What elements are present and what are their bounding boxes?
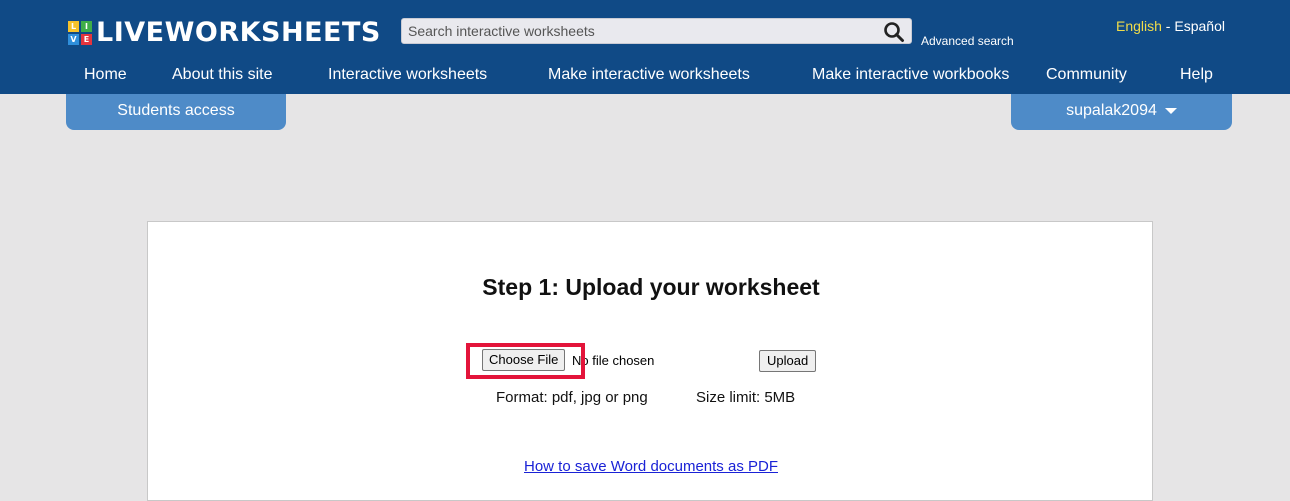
logo-mark: L I V E: [68, 21, 92, 45]
user-menu-tab[interactable]: supalak2094: [1011, 94, 1232, 130]
nav-home[interactable]: Home: [84, 66, 127, 84]
search-icon[interactable]: [883, 21, 905, 43]
nav-help[interactable]: Help: [1180, 66, 1213, 84]
help-link-container: How to save Word documents as PDF: [148, 458, 1154, 475]
students-access-tab[interactable]: Students access: [66, 94, 286, 130]
logo-letter: V: [68, 34, 79, 45]
nav-about[interactable]: About this site: [172, 66, 273, 84]
choose-file-button[interactable]: Choose File: [482, 349, 566, 371]
file-status-text: No file chosen: [572, 353, 655, 368]
upload-panel: Step 1: Upload your worksheet Choose Fil…: [147, 221, 1153, 501]
logo-letter: L: [68, 21, 79, 32]
logo-letter: I: [81, 21, 92, 32]
site-name: LIVEWORKSHEETS: [96, 17, 381, 48]
students-access-label: Students access: [117, 102, 235, 119]
language-spanish[interactable]: Español: [1174, 18, 1225, 34]
chevron-down-icon: [1164, 107, 1177, 114]
page-title: Step 1: Upload your worksheet: [482, 274, 820, 300]
logo-letter: E: [81, 34, 92, 45]
nav-make-workbooks[interactable]: Make interactive workbooks: [812, 66, 1009, 84]
site-logo[interactable]: L I V E LIVEWORKSHEETS: [68, 18, 381, 48]
top-header: L I V E LIVEWORKSHEETS Advanced search E…: [0, 0, 1290, 94]
search-input[interactable]: [402, 19, 880, 43]
search-box: [401, 18, 912, 44]
language-english[interactable]: English: [1116, 18, 1162, 34]
advanced-search-link[interactable]: Advanced search: [921, 34, 1014, 48]
upload-button[interactable]: Upload: [759, 350, 817, 372]
nav-community[interactable]: Community: [1046, 66, 1127, 84]
nav-interactive-worksheets[interactable]: Interactive worksheets: [328, 66, 487, 84]
format-info: Format: pdf, jpg or png: [496, 389, 648, 406]
username-label: supalak2094: [1066, 102, 1157, 119]
language-switcher: English - Español: [1116, 18, 1225, 34]
word-to-pdf-help-link[interactable]: How to save Word documents as PDF: [524, 458, 778, 475]
nav-make-worksheets[interactable]: Make interactive worksheets: [548, 66, 750, 84]
main-nav: Home About this site Interactive workshe…: [0, 66, 1290, 86]
size-limit-info: Size limit: 5MB: [696, 389, 796, 406]
language-separator: -: [1161, 18, 1175, 34]
